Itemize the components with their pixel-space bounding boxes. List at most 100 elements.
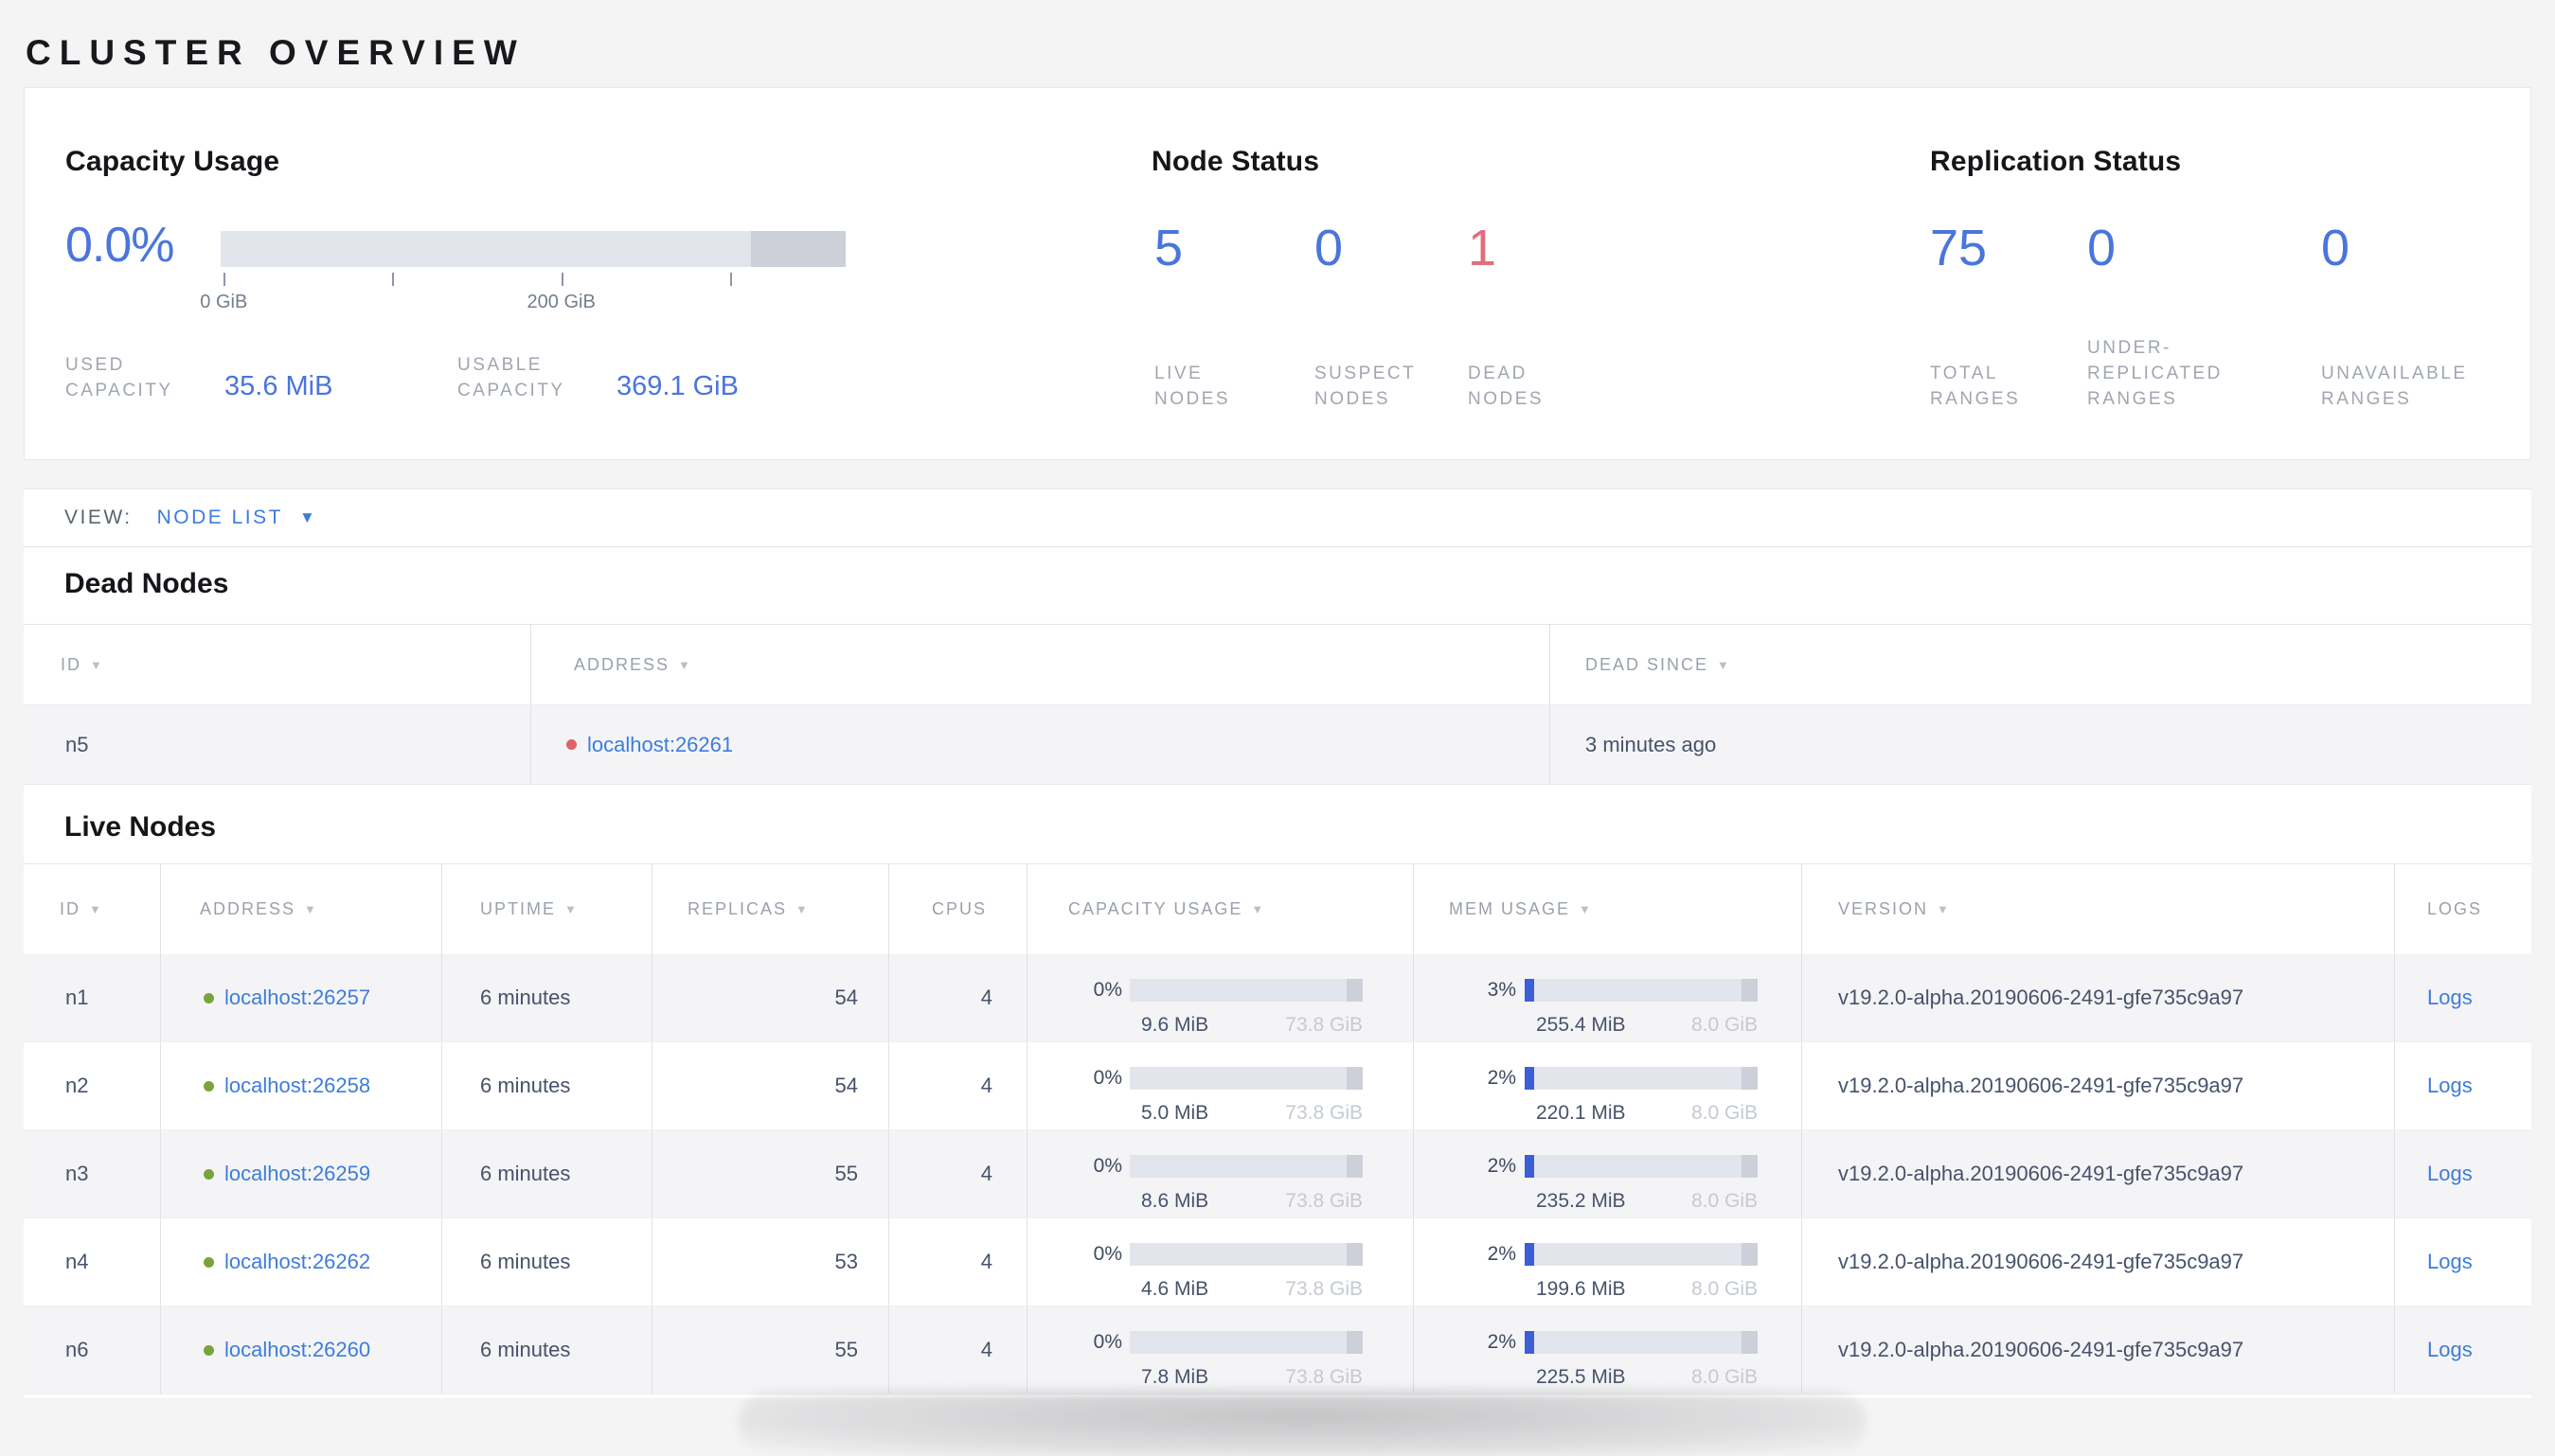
capacity-stats: USED CAPACITY 35.6 MiB USABLE CAPACITY 3… (65, 352, 849, 403)
bar-other-segment (1741, 1243, 1758, 1266)
column-header[interactable]: ID ▼ (24, 625, 530, 704)
column-header-label: ID (61, 654, 81, 674)
stat-number: 1 (1468, 220, 1497, 276)
node-address-cell: localhost:26258 (160, 1042, 441, 1129)
logs-link[interactable]: Logs (2427, 1338, 2473, 1362)
mem-percent: 2% (1487, 1243, 1516, 1265)
node-address-link[interactable]: localhost:26262 (224, 1250, 370, 1274)
version-cell: v19.2.0-alpha.20190606-2491-gfe735c9a97 (1801, 1218, 2394, 1305)
mem-usage-cell: 2% 220.1 MiB 8.0 GiB (1413, 1042, 1801, 1129)
replication-status-stats: 75 TOTAL RANGES 0 UNDER- REPLICATED RANG… (1930, 219, 2544, 412)
column-header-label: REPLICAS (688, 899, 788, 918)
column-header-label: ID (60, 899, 80, 918)
node-id-cell: n3 (65, 1162, 89, 1185)
stat-label: DEAD NODES (1468, 364, 1545, 409)
cluster-summary-card: Capacity Usage 0.0% 0 GiB 200 GiB USED C… (24, 87, 2531, 460)
node-id-cell: n5 (65, 732, 89, 756)
stat-label: UNDER- REPLICATED RANGES (2087, 338, 2223, 409)
replication-stat: 0 UNAVAILABLE RANGES (2321, 219, 2544, 412)
mem-usage-cell: 2% 225.5 MiB 8.0 GiB (1413, 1306, 1801, 1394)
column-header-label: LOGS (2427, 899, 2483, 918)
sort-arrow-icon: ▼ (1251, 902, 1266, 916)
view-selector-bar: VIEW: NODE LIST ▼ (24, 488, 2531, 547)
capacity-used-value: 4.6 MiB (1141, 1278, 1209, 1300)
bar-used-segment (1525, 979, 1534, 1002)
table-row: n6 localhost:26260 6 minutes 55 4 0% 7.8… (24, 1306, 2531, 1394)
bar-other-segment (1346, 1155, 1363, 1178)
version-cell: v19.2.0-alpha.20190606-2491-gfe735c9a97 (1801, 1042, 2394, 1129)
node-status-dot (204, 1344, 214, 1356)
bar-other-segment (1346, 1067, 1363, 1090)
capacity-used-value: 8.6 MiB (1141, 1190, 1209, 1212)
column-header[interactable]: UPTIME ▼ (441, 864, 652, 954)
sort-arrow-icon: ▼ (1579, 902, 1593, 916)
node-address-link[interactable]: localhost:26259 (224, 1162, 370, 1186)
stat-number: 5 (1154, 220, 1184, 276)
dead-since-cell: 3 minutes ago (1549, 705, 2531, 784)
stat-number: 0 (2087, 220, 2117, 276)
node-address-link[interactable]: localhost:26261 (587, 733, 733, 757)
node-status-stats: 5 LIVE NODES 0 SUSPECT NODES 1 DEAD NODE… (1154, 219, 1629, 412)
page-title: CLUSTER OVERVIEW (26, 32, 526, 72)
view-dropdown[interactable]: NODE LIST (157, 506, 283, 529)
node-status-stat: 1 DEAD NODES (1468, 219, 1629, 412)
node-address-link[interactable]: localhost:26258 (224, 1074, 370, 1098)
column-header-label: UPTIME (480, 899, 557, 918)
sort-arrow-icon: ▼ (795, 902, 810, 916)
column-header-label: MEM USAGE (1449, 899, 1571, 918)
chevron-down-icon[interactable]: ▼ (299, 508, 317, 527)
capacity-used-percent: 0.0% (65, 218, 175, 273)
axis-tick (729, 273, 732, 286)
stat-number: 75 (1930, 220, 1988, 276)
column-header-label: ADDRESS (574, 654, 670, 674)
logs-link[interactable]: Logs (2427, 1250, 2473, 1274)
column-header[interactable]: CAPACITY USAGE ▼ (1027, 864, 1413, 954)
logs-link[interactable]: Logs (2427, 1074, 2473, 1098)
logs-link[interactable]: Logs (2427, 985, 2473, 1010)
replication-stat: 75 TOTAL RANGES (1930, 219, 2087, 412)
bar-used-segment (1525, 1067, 1534, 1090)
capacity-stat-value: 35.6 MiB (224, 371, 333, 401)
node-address-link[interactable]: localhost:26260 (224, 1338, 370, 1362)
node-address-cell: localhost:26260 (160, 1306, 441, 1394)
bar-used-segment (1525, 1331, 1534, 1354)
column-header[interactable]: ADDRESS ▼ (160, 864, 441, 954)
column-header[interactable]: REPLICAS ▼ (652, 864, 888, 954)
sort-arrow-icon: ▼ (1717, 657, 1731, 672)
node-status-stat: 0 SUSPECT NODES (1314, 219, 1468, 412)
bar-other-segment (1741, 979, 1758, 1002)
bar-other-segment (1346, 1243, 1363, 1266)
capacity-usage-cell: 0% 5.0 MiB 73.8 GiB (1027, 1042, 1413, 1129)
column-header[interactable]: VERSION ▼ (1801, 864, 2394, 954)
mem-usage-cell: 3% 255.4 MiB 8.0 GiB (1413, 954, 1801, 1041)
uptime-cell: 6 minutes (441, 1130, 652, 1217)
column-header[interactable]: DEAD SINCE ▼ (1549, 625, 2531, 704)
capacity-percent: 0% (1093, 979, 1122, 1001)
mem-used-value: 220.1 MiB (1536, 1102, 1626, 1124)
capacity-usage-cell: 0% 9.6 MiB 73.8 GiB (1027, 954, 1413, 1041)
column-header[interactable]: ID ▼ (24, 864, 160, 954)
capacity-meter: 0 GiB 200 GiB (200, 231, 846, 312)
node-status-dot (566, 739, 577, 750)
node-id-cell: n1 (65, 985, 89, 1009)
logs-cell: Logs (2394, 1042, 2531, 1129)
horizontal-scrollbar[interactable] (739, 1390, 1866, 1456)
logs-link[interactable]: Logs (2427, 1162, 2473, 1186)
dead-nodes-table-body: n5 localhost:26261 3 minutes ago (24, 704, 2531, 785)
capacity-stat-value: 369.1 GiB (616, 371, 739, 401)
bar-other-segment (1346, 1331, 1363, 1354)
capacity-usage-bar (1130, 1243, 1363, 1266)
cpus-cell: 4 (888, 1130, 1027, 1217)
node-address-link[interactable]: localhost:26257 (224, 985, 370, 1010)
column-header[interactable]: ADDRESS ▼ (530, 625, 1549, 704)
capacity-usage-bar (1130, 1331, 1363, 1354)
version-cell: v19.2.0-alpha.20190606-2491-gfe735c9a97 (1801, 1306, 2394, 1394)
bar-other-segment (1741, 1155, 1758, 1178)
column-header[interactable]: MEM USAGE ▼ (1413, 864, 1801, 954)
axis-tick (561, 273, 563, 286)
replication-status-heading: Replication Status (1930, 145, 2182, 177)
view-label: VIEW: (64, 506, 133, 528)
node-address-cell: localhost:26257 (160, 954, 441, 1041)
capacity-stat: USED CAPACITY 35.6 MiB (65, 352, 457, 403)
replication-stat: 0 UNDER- REPLICATED RANGES (2087, 219, 2321, 412)
